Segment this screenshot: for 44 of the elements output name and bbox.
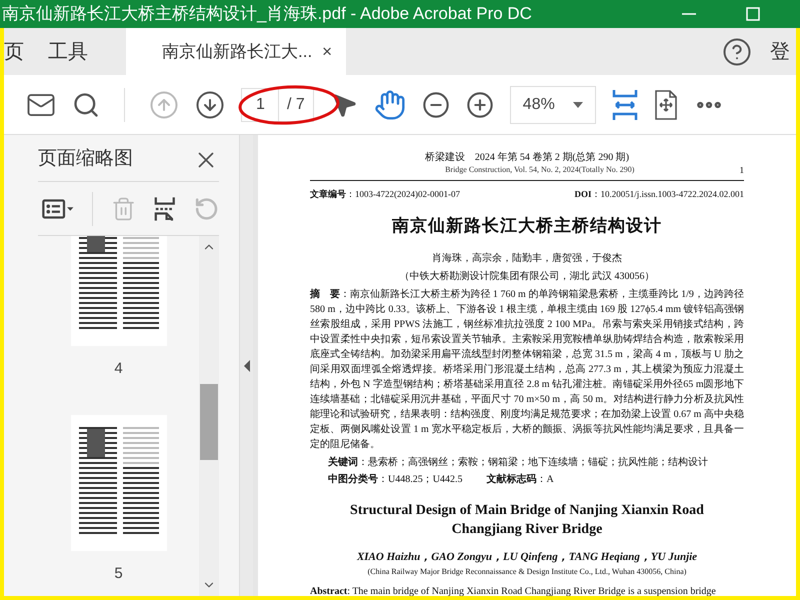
window-title: 南京仙新路长江大桥主桥结构设计_肖海珠.pdf - Adobe Acrobat Pro DC	[1, 3, 532, 26]
english-title: Structural Design of Main Bridge of Nanjing Xianxin Road Changjiang River Bridge	[349, 502, 705, 538]
caret-icon	[572, 102, 583, 108]
zoom-dropdown[interactable]: 48%	[510, 86, 596, 124]
maximize-icon[interactable]	[746, 7, 760, 21]
article-title: 南京仙新路长江大桥主桥结构设计	[391, 215, 663, 237]
classification-number: 中图分类号：U448.25；U442.5	[328, 472, 462, 486]
keywords: 关键词：悬索桥；高强钢丝；索鞍；钢箱梁；地下连续墙；锚碇；抗风性能；结构设计	[327, 456, 709, 470]
nav-tab[interactable]: 页	[4, 28, 48, 75]
insert-page-icon[interactable]	[154, 194, 176, 222]
zoom-out-icon[interactable]	[422, 90, 450, 118]
zoom-in-icon[interactable]	[466, 90, 494, 118]
page-thumbnail[interactable]	[70, 414, 166, 550]
english-affiliation: (China Railway Major Bridge Reconnaissance & Design Institute Co., Ltd., Wuhan 430056, China)	[366, 566, 688, 578]
document-tab[interactable]: 南京仙新路长江大... ×	[126, 28, 346, 75]
collapse-arrow-icon[interactable]	[244, 360, 250, 372]
nav-tab[interactable]: 工具	[48, 28, 126, 75]
page-number: 1	[739, 164, 744, 177]
journal-header: 桥梁建设 2024 年第 54 卷第 2 期(总第 290 期)	[424, 152, 630, 164]
article-number: 文章编号：1003-4722(2024)02-0001-07	[310, 188, 460, 201]
page-thumbnail[interactable]	[70, 236, 166, 346]
page-label: 4	[114, 359, 123, 379]
english-abstract: Abstract: The main bridge of Nanjing Xianxin Road Changjiang River Bridge is a suspension bridge	[310, 585, 717, 596]
arrow-down-icon[interactable]	[195, 90, 225, 120]
authors: 肖海珠，高宗余，陆勤丰，唐贺强，于俊杰	[431, 252, 623, 266]
page-move-icon[interactable]	[654, 90, 678, 120]
list-options-icon[interactable]	[42, 198, 74, 220]
scrollbar[interactable]	[199, 236, 219, 596]
doi: DOI：10.20051/j.issn.1003-4722.2024.02.001	[574, 188, 744, 201]
sign-in-button[interactable]: 登	[770, 36, 788, 66]
affiliation: （中铁大桥勘测设计院集团有限公司，湖北 武汉 430056）	[398, 270, 656, 284]
document-code: 文献标志码：A	[486, 472, 554, 486]
abstract: 摘 要：南京仙新路长江大桥主桥为跨径 1 760 m 的单跨钢箱梁悬索桥，主缆垂跨比 1/9，边跨跨径 580 m，边中跨比 0.33。该桥上、下游各设 1 根主缆，单根主缆由 169 股 127ϕ5.4 mm 镀锌铝高强钢丝索股组成，采用 PPWS 法施工，钢丝标准抗拉强度 2 100 MPa。吊索与索夹采用销接式结构，跨中设置柔性中央扣索，短吊索设置关节轴承。主索鞍采用宽鞍槽单纵肋铸焊结合构造，散索鞍采用底座式全铸结构。加劲梁采用扁平流线型封闭整体钢箱梁，总宽 31.5 m，梁高 4 m，顶板与 U 肋之间采用双面埋弧全熔透焊接。桥塔采用门形混凝土结构，总高 277.3 m，其上横梁为预应力混凝土结构，外包 N 字造型钢结构；桥塔基础采用直径 2.8 m 钻孔灌注桩。南锚碇采用外径65 m圆形地下连续墙基础；北锚碇采用沉井基础，平面尺寸 70 m×50 m，高 50 m。对结构进行静力分析及抗风性能理论和试验研究，结果表明：结构强度、刚度均满足规范要求；在加劲梁上设置 0.67 m 高中央稳定板、两侧风嘴处设置 1 m 宽水平稳定板后，大桥的颤振、涡振等抗风性能均满足要求，且具备一定的阻尼储备。	[310, 287, 744, 452]
hand-icon[interactable]	[374, 88, 406, 120]
panel-title: 页面缩略图	[38, 147, 133, 172]
page-label: 5	[114, 564, 123, 584]
fit-width-icon[interactable]	[612, 88, 638, 122]
page-count: / 7	[279, 88, 314, 122]
english-authors: XIAO Haizhu，GAO Zongyu，LU Qinfeng，TANG Heqiang，YU Junjie	[356, 550, 698, 564]
help-icon[interactable]	[722, 36, 752, 66]
scrollbar-thumb[interactable]	[200, 384, 218, 460]
close-tab-button[interactable]: ×	[322, 38, 332, 64]
search-icon[interactable]	[72, 90, 100, 118]
journal-header: Bridge Construction, Vol. 54, No. 2, 2024(Totally No. 290)	[444, 164, 634, 176]
